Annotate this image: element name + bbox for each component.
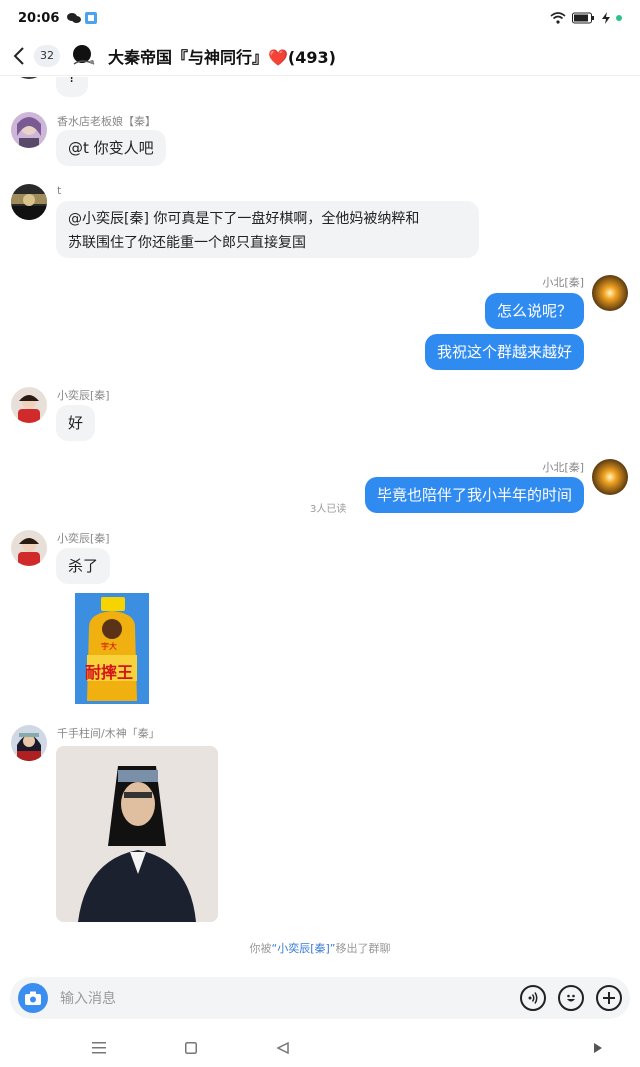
removed-by-link[interactable]: “小奕辰[秦]” <box>272 942 336 955</box>
avatar[interactable] <box>11 530 47 566</box>
dot-indicator-icon <box>616 15 622 21</box>
more-button[interactable] <box>596 985 622 1011</box>
app-notification-icon <box>85 12 98 24</box>
triangle-back-icon <box>277 1042 289 1054</box>
message-bubble[interactable]: @小奕辰[秦] 你可真是下了一盘好棋啊，全他妈被纳粹和 苏联围住了你还能重一个郎… <box>56 201 479 258</box>
message-line: @小奕辰[秦] 你可真是下了一盘好棋啊，全他妈被纳粹和 <box>68 211 420 227</box>
menu-icon <box>92 1042 106 1054</box>
photo-image <box>56 746 218 922</box>
home-square-icon <box>185 1042 197 1054</box>
message-bubble[interactable]: 怎么说呢？ <box>484 293 584 329</box>
sender-name: 千手柱间/木神「秦」 <box>57 727 160 740</box>
smile-icon <box>567 994 575 1002</box>
unread-count-badge: 32 <box>34 44 60 67</box>
sender-name: 小北[秦] <box>542 461 584 474</box>
message-input-bar: 输入消息 <box>10 977 630 1019</box>
voice-icon <box>528 992 538 1004</box>
charging-icon <box>602 12 610 24</box>
avatar[interactable] <box>592 459 628 495</box>
chevron-left-icon <box>13 46 24 65</box>
sticker-label: 耐摔王 <box>85 663 134 682</box>
back-nav-button[interactable] <box>273 1038 293 1058</box>
message-line: 苏联围住了你还能重一个郎只直接复国 <box>68 235 306 251</box>
camera-icon <box>25 991 41 1005</box>
battery-icon <box>572 12 594 24</box>
avatar[interactable] <box>11 387 47 423</box>
message-list[interactable]: ? 香水店老板娘【秦】 @t 你变人吧 t @小奕辰[秦] 你可真是下了一盘好棋… <box>0 77 640 975</box>
back-button[interactable] <box>10 44 28 68</box>
avatar[interactable] <box>11 725 47 761</box>
photo-message[interactable] <box>56 746 218 922</box>
read-receipt[interactable]: 3人已读 <box>310 500 346 515</box>
plus-icon <box>603 992 615 1004</box>
message-bubble[interactable]: @t 你变人吧 <box>56 130 166 166</box>
sticker-image[interactable]: 宇大 耐摔王 <box>75 593 149 704</box>
group-avatar-image <box>73 44 95 65</box>
sender-name: 小北[秦] <box>542 276 584 289</box>
message-bubble[interactable]: ? <box>56 77 88 97</box>
message-bubble[interactable]: 杀了 <box>56 548 111 584</box>
home-nav-button[interactable] <box>181 1038 201 1058</box>
status-bar: 20:06 <box>0 0 640 36</box>
wifi-icon <box>550 12 566 24</box>
voice-button[interactable] <box>520 985 546 1011</box>
avatar[interactable] <box>11 112 47 148</box>
triangle-right-icon <box>594 1043 602 1053</box>
sticker-label-top: 宇大 <box>101 642 117 651</box>
message-bubble[interactable]: 毕竟也陪伴了我小半年的时间 <box>364 477 584 513</box>
dock-nav-button[interactable] <box>588 1038 608 1058</box>
camera-button[interactable] <box>18 983 48 1013</box>
emoji-button[interactable] <box>558 985 584 1011</box>
system-notice: 你被“小奕辰[秦]”移出了群聊 <box>249 942 391 955</box>
sender-name: 小奕辰[秦] <box>57 389 110 402</box>
wechat-icon <box>67 13 82 23</box>
group-avatar[interactable] <box>70 42 98 70</box>
avatar[interactable] <box>11 77 47 79</box>
menu-nav-button[interactable] <box>89 1038 109 1058</box>
message-input[interactable]: 输入消息 <box>60 988 116 1008</box>
sender-name: t <box>57 184 62 197</box>
avatar[interactable] <box>592 275 628 311</box>
chat-header: 32 大秦帝国『与神同行』❤️(493) <box>0 36 640 76</box>
avatar[interactable] <box>11 184 47 220</box>
chat-title[interactable]: 大秦帝国『与神同行』❤️(493) <box>108 44 336 68</box>
sender-name: 小奕辰[秦] <box>57 532 110 545</box>
message-bubble[interactable]: 好 <box>56 405 96 441</box>
status-time: 20:06 <box>18 10 60 26</box>
system-nav-bar <box>0 1030 640 1067</box>
sender-name: 香水店老板娘【秦】 <box>57 115 156 128</box>
message-bubble[interactable]: 我祝这个群越来越好 <box>424 334 584 370</box>
